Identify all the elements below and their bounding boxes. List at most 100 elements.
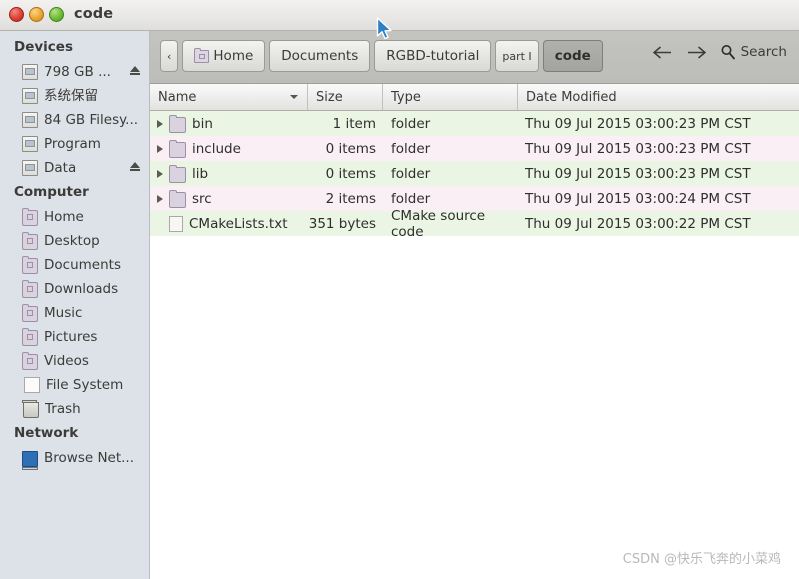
search-label: Search xyxy=(740,44,787,60)
file-type: CMake source code xyxy=(391,207,486,240)
sidebar-item-label: Downloads xyxy=(44,281,119,297)
minimize-button[interactable] xyxy=(29,7,44,22)
sidebar-group-network: Network Browse Net... xyxy=(0,421,149,470)
folder-icon xyxy=(169,164,186,183)
column-header-date-modified[interactable]: Date Modified xyxy=(518,84,799,110)
sidebar[interactable]: Devices 798 GB ... 系统保留 84 GB Filesy... … xyxy=(0,31,150,579)
expander-triangle-icon[interactable] xyxy=(152,144,167,153)
file-size: 0 items xyxy=(325,140,376,157)
folder-music-icon xyxy=(22,303,38,322)
expander-triangle-icon[interactable] xyxy=(152,194,167,203)
sidebar-item-program[interactable]: Program xyxy=(0,132,149,156)
sidebar-item-84gb-filesystem[interactable]: 84 GB Filesy... xyxy=(0,108,149,132)
file-name-cell: src xyxy=(150,189,308,208)
search-button[interactable]: Search xyxy=(720,44,787,60)
file-name-cell: lib xyxy=(150,164,308,183)
breadcrumb-part-i[interactable]: part I xyxy=(495,40,539,72)
column-header-type[interactable]: Type xyxy=(383,84,518,110)
sidebar-item-798gb[interactable]: 798 GB ... xyxy=(0,60,149,84)
sidebar-heading-computer: Computer xyxy=(14,184,89,200)
window-controls xyxy=(9,7,64,22)
folder-home-icon xyxy=(22,207,38,226)
window-title: code xyxy=(74,6,114,22)
breadcrumb-code[interactable]: code xyxy=(542,40,603,72)
file-name-cell: bin xyxy=(150,114,308,133)
file-type: folder xyxy=(391,165,431,182)
breadcrumb-home[interactable]: Home xyxy=(182,40,266,72)
file-size: 351 bytes xyxy=(308,215,376,232)
back-button[interactable] xyxy=(652,45,673,60)
sidebar-item-label: Program xyxy=(44,136,101,152)
sidebar-item-music[interactable]: Music xyxy=(0,301,149,325)
sidebar-item-label: 798 GB ... xyxy=(44,64,111,80)
forward-button[interactable] xyxy=(686,45,707,60)
sidebar-item-pictures[interactable]: Pictures xyxy=(0,325,149,349)
sidebar-heading-devices: Devices xyxy=(14,39,73,55)
folder-documents-icon xyxy=(22,255,38,274)
file-size: 1 item xyxy=(332,115,376,132)
file-system-icon xyxy=(24,377,40,393)
breadcrumb-overflow-button[interactable]: ‹ xyxy=(160,40,179,72)
sidebar-item-label: Videos xyxy=(44,353,89,369)
file-name-cell: include xyxy=(150,139,308,158)
file-name: lib xyxy=(192,165,209,182)
file-name: src xyxy=(192,190,212,207)
sidebar-item-label: Documents xyxy=(44,257,121,273)
folder-icon xyxy=(169,114,186,133)
close-button[interactable] xyxy=(9,7,24,22)
chevron-down-icon xyxy=(290,95,298,99)
eject-icon[interactable] xyxy=(130,162,140,171)
folder-downloads-icon xyxy=(22,279,38,298)
folder-videos-icon xyxy=(22,351,38,370)
eject-icon[interactable] xyxy=(130,66,140,75)
file-name: bin xyxy=(192,115,213,132)
network-icon xyxy=(22,450,38,470)
breadcrumb-rgbd-tutorial[interactable]: RGBD-tutorial xyxy=(374,40,492,72)
folder-home-icon xyxy=(194,47,210,63)
column-header-size[interactable]: Size xyxy=(308,84,383,110)
maximize-button[interactable] xyxy=(49,7,64,22)
table-row[interactable]: bin 1 item folder Thu 09 Jul 2015 03:00:… xyxy=(150,111,799,136)
sidebar-item-label: Data xyxy=(44,160,77,176)
column-header-name[interactable]: Name xyxy=(150,84,308,110)
drive-icon xyxy=(22,160,38,176)
sidebar-item-label: Trash xyxy=(45,401,81,417)
file-date-modified: Thu 09 Jul 2015 03:00:24 PM CST xyxy=(525,190,751,207)
drive-icon xyxy=(22,88,38,104)
table-row[interactable]: lib 0 items folder Thu 09 Jul 2015 03:00… xyxy=(150,161,799,186)
file-size: 2 items xyxy=(325,190,376,207)
sidebar-item-label: 84 GB Filesy... xyxy=(44,112,139,128)
column-headers: Name Size Type Date Modified xyxy=(150,84,799,111)
watermark-text: CSDN @快乐飞奔的小菜鸡 xyxy=(622,552,781,567)
sidebar-heading-network: Network xyxy=(14,425,79,441)
sidebar-item-desktop[interactable]: Desktop xyxy=(0,229,149,253)
sidebar-item-label: Music xyxy=(44,305,83,321)
folder-desktop-icon xyxy=(22,231,38,250)
table-row[interactable]: include 0 items folder Thu 09 Jul 2015 0… xyxy=(150,136,799,161)
sidebar-item-home[interactable]: Home xyxy=(0,205,149,229)
sidebar-item-browse-network[interactable]: Browse Net... xyxy=(0,446,149,470)
breadcrumb-label: Home xyxy=(213,48,254,64)
path-bar: ‹ Home Documents RGBD-tutorial part I co… xyxy=(150,31,799,84)
file-date-modified: Thu 09 Jul 2015 03:00:23 PM CST xyxy=(525,140,751,157)
sidebar-group-devices: Devices 798 GB ... 系统保留 84 GB Filesy... … xyxy=(0,35,149,180)
file-size: 0 items xyxy=(325,165,376,182)
navigation-tools: Search xyxy=(652,44,787,60)
table-row[interactable]: CMakeLists.txt 351 bytes CMake source co… xyxy=(150,208,799,240)
expander-triangle-icon[interactable] xyxy=(152,119,167,128)
sidebar-item-data[interactable]: Data xyxy=(0,156,149,180)
expander-triangle-icon[interactable] xyxy=(152,169,167,178)
file-date-modified: Thu 09 Jul 2015 03:00:23 PM CST xyxy=(525,115,751,132)
breadcrumb-documents[interactable]: Documents xyxy=(269,40,371,72)
sidebar-item-videos[interactable]: Videos xyxy=(0,349,149,373)
sidebar-item-system-reserved[interactable]: 系统保留 xyxy=(0,84,149,108)
sidebar-item-downloads[interactable]: Downloads xyxy=(0,277,149,301)
sidebar-item-file-system[interactable]: File System xyxy=(0,373,149,397)
sidebar-item-trash[interactable]: Trash xyxy=(0,397,149,421)
file-icon xyxy=(169,215,183,232)
sidebar-item-label: 系统保留 xyxy=(44,88,98,104)
sidebar-item-documents[interactable]: Documents xyxy=(0,253,149,277)
file-type: folder xyxy=(391,115,431,132)
file-list: bin 1 item folder Thu 09 Jul 2015 03:00:… xyxy=(150,111,799,240)
sidebar-group-computer: Computer Home Desktop Documents Download… xyxy=(0,180,149,421)
